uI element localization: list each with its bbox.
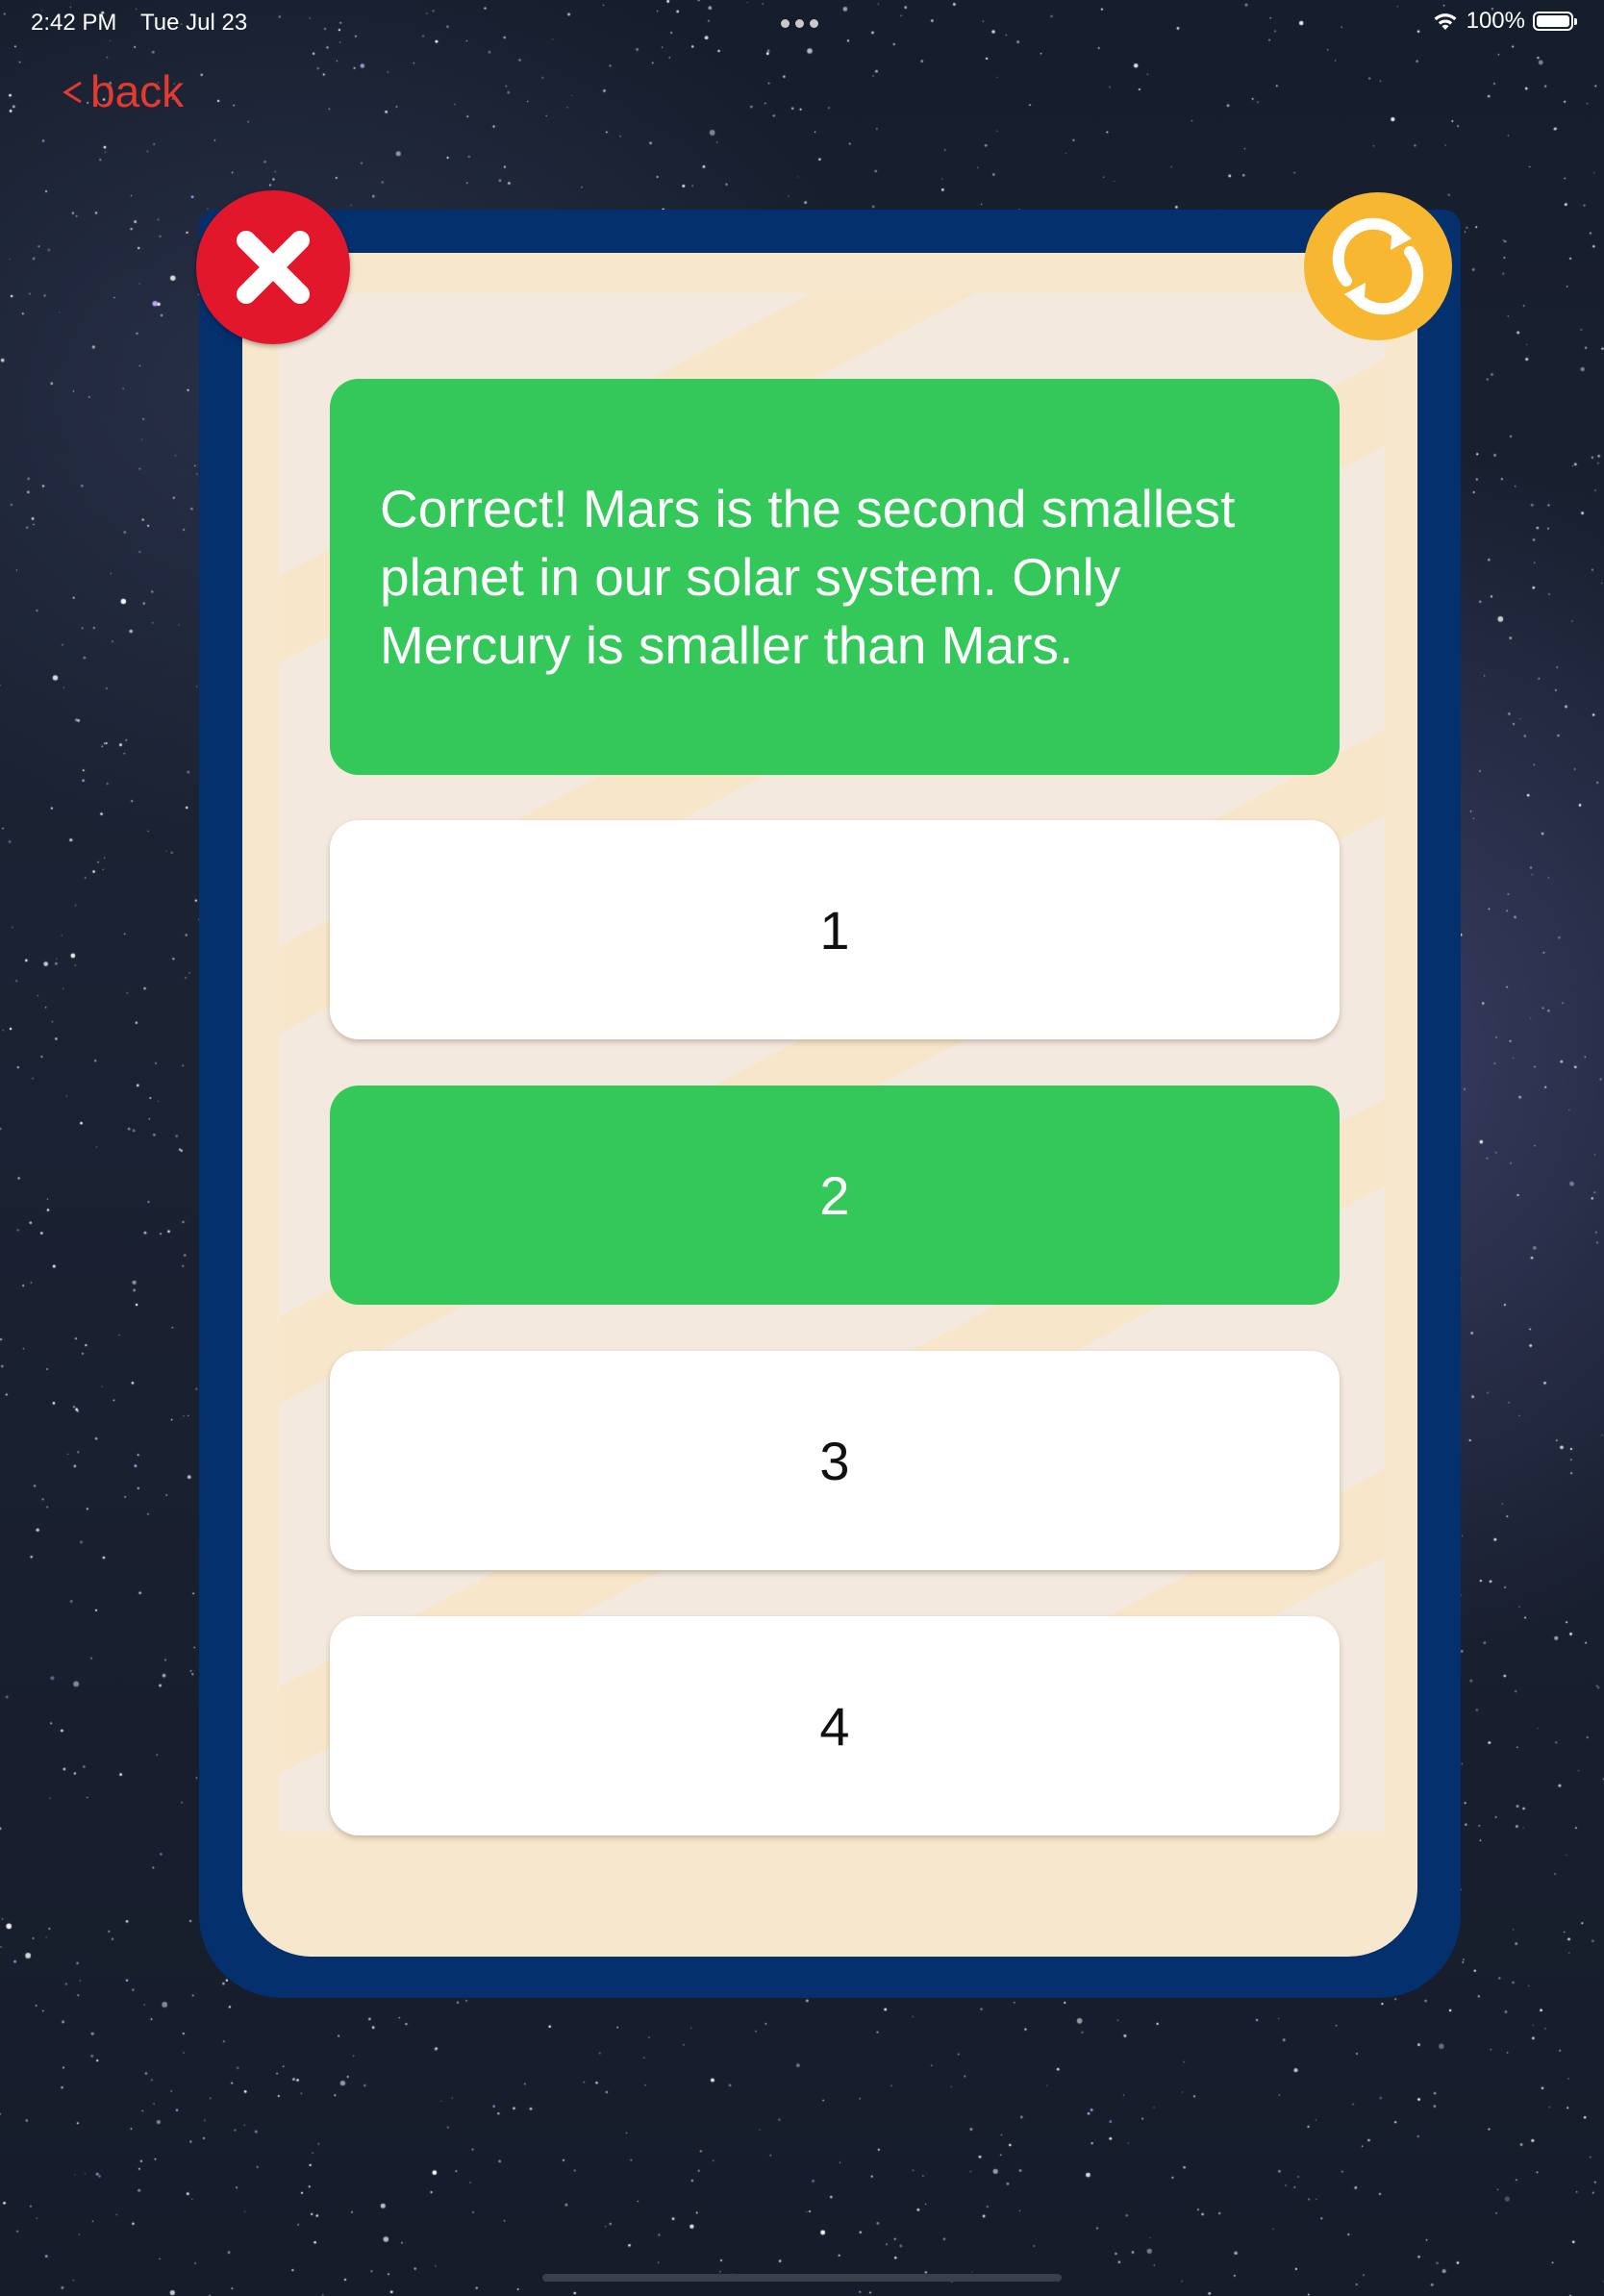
answer-label: 1 bbox=[819, 899, 850, 961]
feedback-text: Correct! Mars is the second smallest pla… bbox=[380, 478, 1236, 675]
status-time: 2:42 PM bbox=[31, 10, 117, 36]
answer-label: 4 bbox=[819, 1695, 850, 1757]
answer-label: 2 bbox=[819, 1164, 850, 1226]
status-right: 100% bbox=[1432, 8, 1577, 35]
answer-option-1[interactable]: 1 bbox=[330, 820, 1340, 1039]
status-date: Tue Jul 23 bbox=[140, 10, 248, 36]
answer-option-2[interactable]: 2 bbox=[330, 1086, 1340, 1305]
status-bar: 2:42 PM Tue Jul 23 100% bbox=[0, 0, 1604, 46]
battery-percent: 100% bbox=[1466, 8, 1525, 34]
answer-option-3[interactable]: 3 bbox=[330, 1351, 1340, 1570]
battery-icon bbox=[1533, 12, 1577, 31]
wifi-icon bbox=[1434, 13, 1457, 30]
answer-label: 3 bbox=[819, 1430, 850, 1491]
back-label: back bbox=[90, 66, 185, 116]
refresh-icon bbox=[1332, 217, 1424, 315]
close-icon bbox=[237, 231, 310, 304]
chevron-left-icon bbox=[63, 81, 82, 104]
multitasking-dots-icon[interactable] bbox=[781, 19, 818, 28]
home-indicator[interactable] bbox=[542, 2274, 1062, 2282]
back-button[interactable]: back bbox=[60, 65, 184, 117]
answer-option-4[interactable]: 4 bbox=[330, 1616, 1340, 1835]
close-button[interactable] bbox=[196, 190, 350, 344]
feedback-message: Correct! Mars is the second smallest pla… bbox=[330, 379, 1340, 775]
refresh-button[interactable] bbox=[1304, 192, 1452, 340]
